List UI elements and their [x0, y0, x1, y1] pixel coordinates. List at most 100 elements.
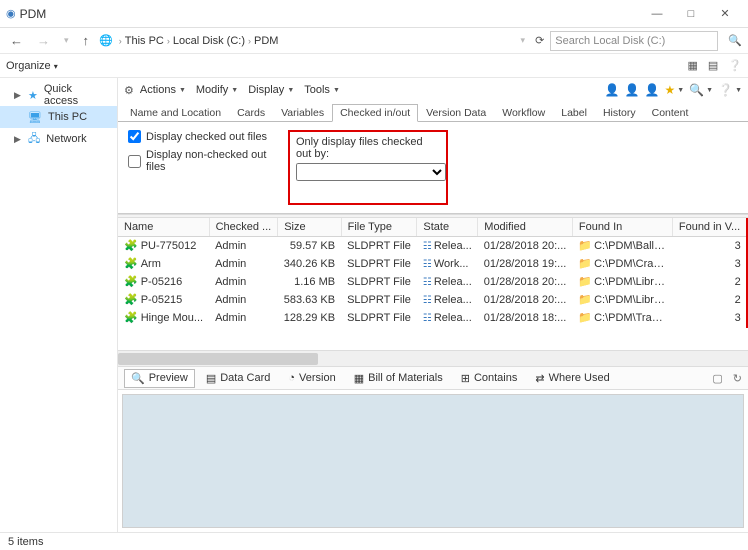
app-icon: ◉	[6, 7, 16, 20]
file-icon: 🧩	[124, 240, 138, 252]
actions-menu[interactable]: Actions▼	[136, 84, 190, 96]
network-icon: 🖧	[28, 130, 40, 149]
sidebar-item-label: Network	[46, 133, 86, 145]
refresh-button[interactable]: ▾	[517, 35, 530, 46]
tab-preview[interactable]: 🔍Preview	[124, 369, 195, 388]
col-size[interactable]: Size	[278, 218, 341, 237]
sidebar: ▶ ★ Quick access 🖥 This PC ▶ 🖧 Network	[0, 78, 118, 532]
folder-icon: 📁	[578, 276, 592, 288]
modify-menu[interactable]: Modify▼	[192, 84, 242, 96]
window-title: PDM	[16, 7, 640, 21]
version-icon: ◔	[288, 372, 295, 384]
tab-variables[interactable]: Variables	[273, 104, 332, 122]
tab-cards[interactable]: Cards	[229, 104, 273, 122]
col-filetype[interactable]: File Type	[341, 218, 417, 237]
panel-icon-1[interactable]: ▢	[712, 372, 722, 385]
display-non-checked-out-checkbox[interactable]: Display non-checked out files	[128, 149, 268, 173]
refresh-icon[interactable]: ⟳	[535, 34, 544, 47]
details-icon[interactable]: ▤	[708, 59, 718, 72]
folder-icon: 📁	[578, 258, 592, 270]
breadcrumb[interactable]: › This PC › Local Disk (C:) › PDM	[119, 35, 279, 47]
breadcrumb-item[interactable]: PDM	[254, 35, 278, 47]
tab-where-used[interactable]: ⇄Where Used	[528, 369, 616, 388]
col-found-in-v[interactable]: Found in V...	[672, 218, 746, 237]
search-input[interactable]: Search Local Disk (C:)	[550, 31, 718, 51]
folder-icon: 📁	[578, 294, 592, 306]
breadcrumb-item[interactable]: Local Disk (C:)	[173, 35, 245, 47]
globe-icon: 🌐	[99, 34, 113, 47]
maximize-button[interactable]: □	[674, 4, 708, 24]
status-items: 5 items	[8, 536, 43, 548]
help-tool-icon[interactable]: ❔	[718, 83, 733, 97]
tab-contains[interactable]: ⊞Contains	[454, 369, 525, 388]
table-row[interactable]: 🧩P-05216Admin1.16 MBSLDPRT File☷Relea...…	[118, 273, 748, 291]
star-icon: ★	[28, 89, 38, 102]
table-row[interactable]: 🧩Hinge Mou...Admin128.29 KBSLDPRT File☷R…	[118, 309, 748, 327]
folder-icon: 📁	[578, 312, 592, 324]
minimize-button[interactable]: —	[640, 4, 674, 24]
tab-version[interactable]: ◔Version	[281, 369, 342, 387]
filter-dropdown-label: Only display files checked out by:	[296, 136, 440, 160]
horizontal-scrollbar[interactable]	[118, 350, 748, 366]
close-button[interactable]: ✕	[708, 4, 742, 24]
table-row[interactable]: 🧩P-05215Admin583.63 KBSLDPRT File☷Relea.…	[118, 291, 748, 309]
user3-icon[interactable]: 👤	[645, 83, 660, 97]
search-tabs: Name and Location Cards Variables Checke…	[118, 102, 748, 122]
expand-icon[interactable]: ▶	[14, 90, 22, 101]
col-modified[interactable]: Modified	[478, 218, 573, 237]
search-placeholder: Search Local Disk (C:)	[555, 35, 665, 47]
sidebar-item-label: This PC	[48, 111, 87, 123]
up-button[interactable]: ↑	[79, 33, 94, 48]
col-name[interactable]: Name	[118, 218, 209, 237]
state-icon: ☷	[423, 241, 432, 252]
user2-icon[interactable]: 👤	[625, 83, 640, 97]
tab-bom[interactable]: ▦Bill of Materials	[347, 369, 450, 388]
organize-menu[interactable]: Organize ▾	[6, 60, 58, 72]
state-icon: ☷	[423, 313, 432, 324]
checked-out-by-select[interactable]	[296, 163, 446, 181]
tab-content[interactable]: Content	[644, 104, 697, 122]
preview-icon: 🔍	[131, 372, 145, 385]
display-menu[interactable]: Display▼	[244, 84, 298, 96]
expand-icon[interactable]: ▶	[14, 134, 22, 145]
pc-icon: 🖥	[28, 111, 42, 124]
tab-workflow[interactable]: Workflow	[494, 104, 553, 122]
tools-menu[interactable]: Tools▼	[300, 84, 344, 96]
sidebar-item-label: Quick access	[44, 83, 109, 107]
table-row[interactable]: 🧩ArmAdmin340.26 KBSLDPRT File☷Work...01/…	[118, 255, 748, 273]
file-icon: 🧩	[124, 258, 138, 270]
sidebar-item-this-pc[interactable]: 🖥 This PC	[0, 106, 117, 128]
back-button[interactable]: ←	[6, 33, 27, 48]
table-row[interactable]: 🧩PU-775012Admin59.57 KBSLDPRT File☷Relea…	[118, 237, 748, 255]
display-checked-out-checkbox[interactable]: Display checked out files	[128, 130, 268, 143]
recent-dropdown[interactable]: ▾	[60, 35, 73, 46]
tab-version-data[interactable]: Version Data	[418, 104, 494, 122]
results-grid[interactable]: Name Checked ... Size File Type State Mo…	[118, 218, 748, 350]
tab-label[interactable]: Label	[553, 104, 595, 122]
tab-data-card[interactable]: ▤Data Card	[199, 369, 278, 388]
folder-icon: 📁	[578, 240, 592, 252]
file-icon: 🧩	[124, 294, 138, 306]
contains-icon: ⊞	[461, 372, 470, 385]
favorite-icon[interactable]: ★	[665, 83, 676, 97]
col-found-in[interactable]: Found In	[572, 218, 672, 237]
forward-button[interactable]: →	[33, 33, 54, 48]
tab-history[interactable]: History	[595, 104, 644, 122]
view-icon[interactable]: ▦	[687, 59, 697, 72]
col-state[interactable]: State	[417, 218, 478, 237]
search-tool-icon[interactable]: 🔍	[689, 83, 704, 97]
tab-checked-in-out[interactable]: Checked in/out	[332, 104, 418, 122]
col-checked[interactable]: Checked ...	[209, 218, 278, 237]
state-icon: ☷	[423, 277, 432, 288]
breadcrumb-item[interactable]: This PC	[125, 35, 164, 47]
gear-icon: ⚙	[124, 84, 134, 97]
panel-icon-2[interactable]: ↻	[733, 372, 742, 385]
state-icon: ☷	[423, 259, 432, 270]
search-icon[interactable]: 🔍	[728, 34, 742, 47]
where-used-icon: ⇄	[535, 372, 544, 385]
tab-name-location[interactable]: Name and Location	[122, 104, 229, 122]
sidebar-item-quick-access[interactable]: ▶ ★ Quick access	[0, 84, 117, 106]
help-icon[interactable]: ❔	[728, 59, 742, 72]
user1-icon[interactable]: 👤	[605, 83, 620, 97]
sidebar-item-network[interactable]: ▶ 🖧 Network	[0, 128, 117, 150]
